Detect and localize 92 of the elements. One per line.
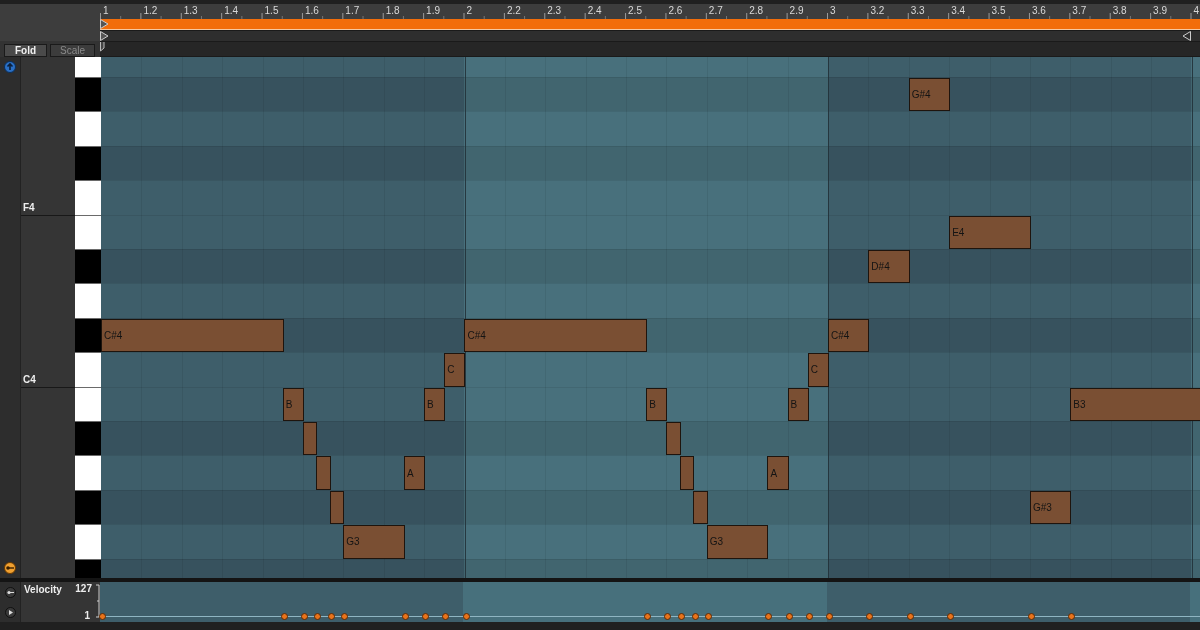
note-block[interactable]: C#4 xyxy=(101,318,284,353)
axis-bracket xyxy=(96,584,100,618)
ruler-label: 2.8 xyxy=(749,5,764,17)
note-block[interactable]: A xyxy=(767,456,789,490)
piano-key[interactable] xyxy=(75,78,101,112)
velocity-dot[interactable] xyxy=(805,613,813,620)
note-block[interactable]: E4 xyxy=(949,215,1031,249)
piano-key[interactable] xyxy=(75,422,101,456)
piano-key[interactable] xyxy=(75,490,101,525)
velocity-lane[interactable] xyxy=(100,582,1200,622)
velocity-dot[interactable] xyxy=(704,613,712,620)
ruler-label: 2.9 xyxy=(789,5,804,17)
ruler-label: 1 xyxy=(103,5,109,17)
ruler-label: 1.2 xyxy=(143,5,158,17)
note-block[interactable]: D#4 xyxy=(868,250,910,284)
velocity-dot[interactable] xyxy=(1027,613,1035,620)
velocity-dot[interactable] xyxy=(300,613,308,620)
piano-key[interactable] xyxy=(75,318,101,353)
note-block[interactable]: A xyxy=(403,456,426,490)
velocity-dot[interactable] xyxy=(664,613,672,620)
key-icon[interactable] xyxy=(4,562,16,574)
velocity-dot[interactable] xyxy=(341,613,349,620)
ruler-label: 3.7 xyxy=(1072,5,1087,17)
ruler-label: 1.5 xyxy=(264,5,279,17)
ruler-label: 2.4 xyxy=(587,5,602,17)
velocity-dot[interactable] xyxy=(866,613,874,620)
octave-label: F4 xyxy=(21,201,75,216)
velocity-dot[interactable] xyxy=(906,613,914,620)
velocity-dot[interactable] xyxy=(462,613,470,620)
velocity-dot[interactable] xyxy=(314,613,322,620)
ruler-label: 3.8 xyxy=(1112,5,1127,17)
velocity-dot[interactable] xyxy=(280,613,288,620)
ruler-label: 3.5 xyxy=(991,5,1006,17)
velocity-dot[interactable] xyxy=(826,613,833,620)
toolbar-button[interactable]: Fold xyxy=(4,44,47,57)
ruler-label: 1.8 xyxy=(385,5,400,17)
note-block[interactable] xyxy=(693,490,708,525)
ruler-label: 2.6 xyxy=(668,5,683,17)
ruler-label: 2.7 xyxy=(708,5,723,17)
velocity-dot[interactable] xyxy=(644,613,652,620)
velocity-dot[interactable] xyxy=(677,613,685,620)
velocity-dot[interactable] xyxy=(1068,613,1076,620)
ruler-label: 3.2 xyxy=(870,5,885,17)
ruler-label: 3.4 xyxy=(951,5,966,17)
ruler-label: 2.3 xyxy=(547,5,562,17)
velocity-dot[interactable] xyxy=(442,613,450,620)
velocity-dot[interactable] xyxy=(785,613,793,620)
marker-flag-icon[interactable] xyxy=(100,42,105,52)
velocity-dot[interactable] xyxy=(422,613,430,620)
axis-min-label: 1 xyxy=(84,610,90,621)
octave-label: C4 xyxy=(21,373,75,388)
note-block[interactable]: C xyxy=(444,353,466,387)
piano-key[interactable] xyxy=(75,146,101,181)
note-block[interactable]: C xyxy=(807,353,829,387)
ruler-label: 1.3 xyxy=(183,5,198,17)
ruler-label: 4 xyxy=(1193,5,1200,17)
piano-key[interactable] xyxy=(75,387,101,421)
ruler-label: 3.3 xyxy=(910,5,925,17)
note-block[interactable]: G3 xyxy=(706,525,769,559)
key-icon[interactable] xyxy=(4,586,16,598)
velocity-dot[interactable] xyxy=(401,613,409,620)
velocity-label: Velocity xyxy=(24,584,62,595)
axis-max-label: 127 xyxy=(75,583,92,594)
ruler-label: 1.9 xyxy=(426,5,440,17)
velocity-dot[interactable] xyxy=(765,613,773,620)
ruler-label: 2.5 xyxy=(628,5,642,17)
note-block[interactable]: G#4 xyxy=(908,78,951,112)
ruler-label: 1.4 xyxy=(224,5,239,17)
ruler-label: 2.2 xyxy=(506,5,521,17)
end-marker-icon[interactable] xyxy=(1182,31,1191,41)
note-block[interactable]: B3 xyxy=(1070,387,1200,421)
piano-key[interactable] xyxy=(75,215,101,249)
velocity-dot[interactable] xyxy=(691,613,699,620)
note-block[interactable] xyxy=(666,422,681,456)
note-block[interactable] xyxy=(316,456,331,490)
note-block[interactable]: B xyxy=(424,387,446,421)
velocity-dot[interactable] xyxy=(947,613,955,620)
play-icon[interactable] xyxy=(4,606,16,618)
note-block[interactable]: C#4 xyxy=(464,318,648,353)
ruler-label: 3.6 xyxy=(1031,5,1046,17)
ruler-label: 3 xyxy=(830,5,836,17)
note-block[interactable]: G3 xyxy=(343,525,405,559)
ruler-label: 2 xyxy=(466,5,473,17)
ruler-label: 1.6 xyxy=(304,5,319,17)
ruler-label: 1.7 xyxy=(345,5,360,17)
piano-key[interactable] xyxy=(75,250,101,284)
velocity-dot[interactable] xyxy=(99,613,106,620)
clip-region-bar[interactable] xyxy=(100,19,1200,30)
velocity-dot[interactable] xyxy=(328,613,335,620)
ruler-label: 3.9 xyxy=(1153,5,1167,17)
note-block[interactable]: B xyxy=(646,387,668,421)
arrow-up-icon[interactable] xyxy=(4,61,16,73)
